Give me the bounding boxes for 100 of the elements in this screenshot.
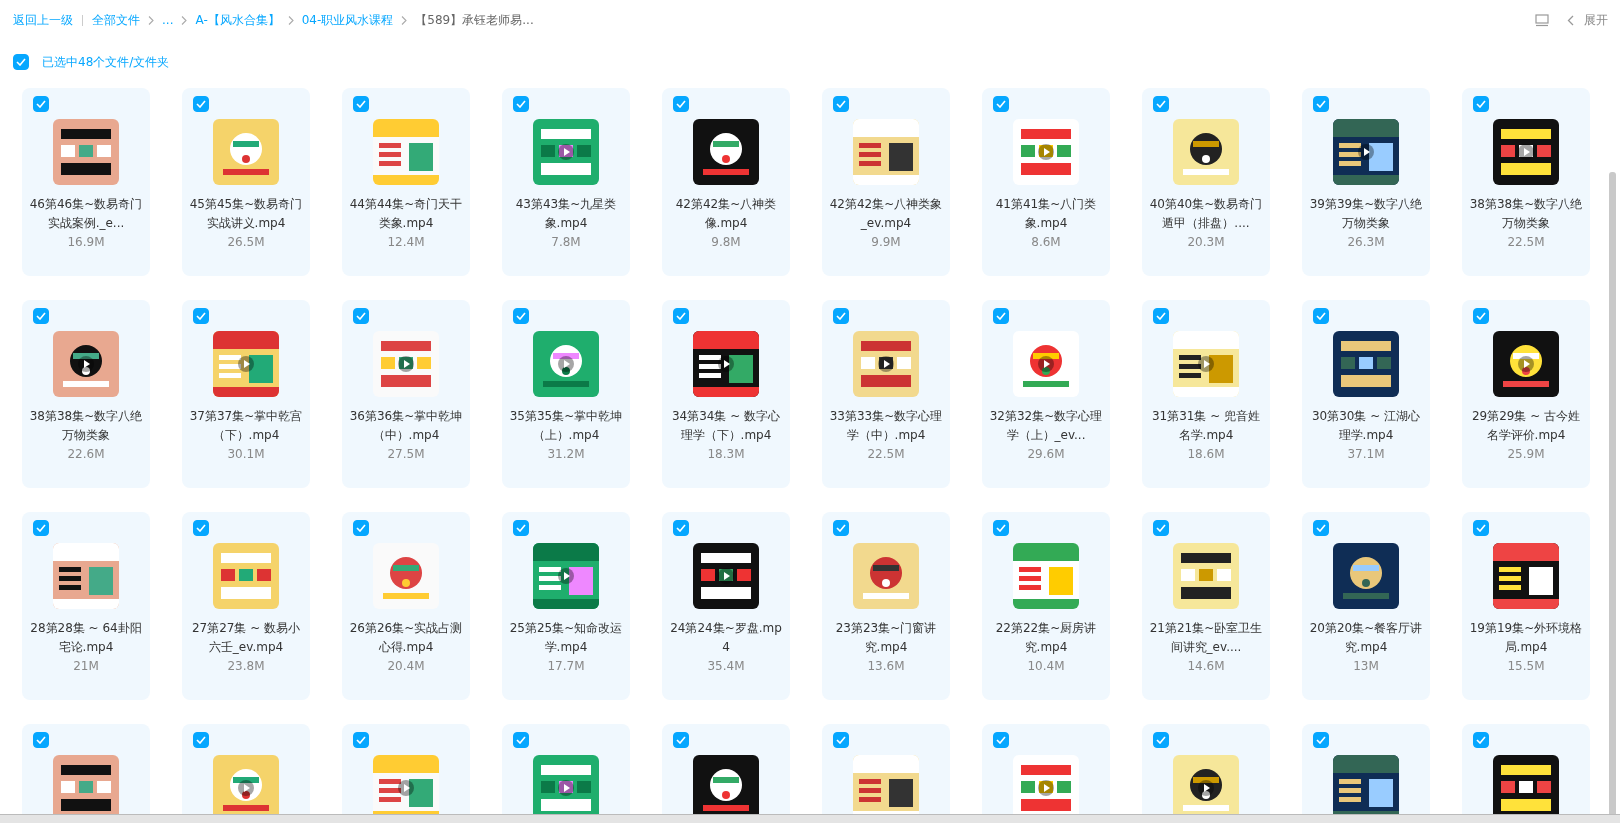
file-card[interactable]: 40第40集~数易奇门遁甲（排盘）.... 20.3M [1142, 88, 1270, 276]
file-checkbox[interactable] [673, 308, 689, 324]
file-checkbox[interactable] [513, 520, 529, 536]
file-name: 39第39集~数字八绝万物类象 [1309, 196, 1423, 232]
file-checkbox[interactable] [833, 308, 849, 324]
file-size: 8.6M [1031, 235, 1061, 249]
file-checkbox[interactable] [193, 732, 209, 748]
file-card[interactable]: 24第24集~罗盘.mp4 35.4M [662, 512, 790, 700]
check-icon [1316, 736, 1326, 744]
file-checkbox[interactable] [33, 308, 49, 324]
file-checkbox[interactable] [193, 96, 209, 112]
file-card[interactable]: 32第32集~数字心理学（上）_ev... 29.6M [982, 300, 1110, 488]
file-card[interactable]: 41第41集~八门类象.mp4 8.6M [982, 88, 1110, 276]
file-checkbox[interactable] [833, 732, 849, 748]
file-checkbox[interactable] [513, 732, 529, 748]
file-card[interactable]: 26第26集~实战占测心得.mp4 20.4M [342, 512, 470, 700]
file-card[interactable]: 38第38集~数字八绝万物类象 22.5M [1462, 88, 1590, 276]
select-all-checkbox[interactable] [13, 54, 29, 70]
file-checkbox[interactable] [353, 308, 369, 324]
file-name: 19第19集~外环境格局.mp4 [1469, 620, 1583, 656]
file-checkbox[interactable] [1473, 732, 1489, 748]
file-card[interactable]: 39第39集~数字八绝万物类象 26.3M [1302, 88, 1430, 276]
file-checkbox[interactable] [673, 96, 689, 112]
file-checkbox[interactable] [353, 520, 369, 536]
horizontal-scrollbar[interactable] [0, 814, 1620, 823]
check-icon [1156, 736, 1166, 744]
file-card[interactable]: 38第38集~数字八绝万物类象 22.6M [22, 300, 150, 488]
file-name: 33第33集~数字心理学（中）.mp4 [829, 408, 943, 444]
file-checkbox[interactable] [33, 520, 49, 536]
file-checkbox[interactable] [673, 732, 689, 748]
file-checkbox[interactable] [1473, 308, 1489, 324]
file-card[interactable]: 21第21集~卧室卫生间讲究_ev.... 14.6M [1142, 512, 1270, 700]
file-checkbox[interactable] [1153, 96, 1169, 112]
file-card[interactable]: 35第35集~掌中乾坤（上）.mp4 31.2M [502, 300, 630, 488]
file-checkbox[interactable] [193, 308, 209, 324]
file-card[interactable]: 33第33集~数字心理学（中）.mp4 22.5M [822, 300, 950, 488]
file-checkbox[interactable] [1473, 520, 1489, 536]
file-checkbox[interactable] [1153, 308, 1169, 324]
file-checkbox[interactable] [1473, 96, 1489, 112]
file-checkbox[interactable] [993, 520, 1009, 536]
check-icon [996, 312, 1006, 320]
file-checkbox[interactable] [833, 520, 849, 536]
file-name: 24第24集~罗盘.mp4 [669, 620, 783, 656]
file-card[interactable]: 23第23集~门窗讲究.mp4 13.6M [822, 512, 950, 700]
file-card[interactable]: 44第44集~奇门天干类象.mp4 12.4M [342, 88, 470, 276]
file-checkbox[interactable] [993, 732, 1009, 748]
file-card[interactable]: 29第29集 ~ 古今姓名学评价.mp4 25.9M [1462, 300, 1590, 488]
check-icon [356, 736, 366, 744]
file-checkbox[interactable] [513, 308, 529, 324]
file-checkbox[interactable] [833, 96, 849, 112]
file-card[interactable]: 22第22集~厨房讲究.mp4 10.4M [982, 512, 1110, 700]
file-checkbox[interactable] [1153, 732, 1169, 748]
file-card[interactable]: 37第37集~掌中乾宫（下）.mp4 30.1M [182, 300, 310, 488]
file-checkbox[interactable] [1313, 520, 1329, 536]
scrollbar[interactable] [1608, 172, 1616, 814]
file-checkbox[interactable] [1313, 96, 1329, 112]
file-name: 38第38集~数字八绝万物类象 [1469, 196, 1583, 232]
file-checkbox[interactable] [1313, 732, 1329, 748]
breadcrumb-link[interactable]: 【589】承钰老师易... [415, 11, 534, 29]
file-checkbox[interactable] [1153, 520, 1169, 536]
file-checkbox[interactable] [353, 96, 369, 112]
file-checkbox[interactable] [33, 96, 49, 112]
file-checkbox[interactable] [1313, 308, 1329, 324]
file-card[interactable]: 36第36集~掌中乾坤（中）.mp4 27.5M [342, 300, 470, 488]
file-size: 20.4M [387, 659, 425, 673]
file-card[interactable]: 25第25集~知命改运学.mp4 17.7M [502, 512, 630, 700]
file-name: 26第26集~实战占测心得.mp4 [349, 620, 463, 656]
file-checkbox[interactable] [993, 96, 1009, 112]
file-card[interactable]: 28第28集 ~ 64卦阳宅论.mp4 21M [22, 512, 150, 700]
file-size: 20.3M [1187, 235, 1225, 249]
file-card[interactable]: 20第20集~餐客厅讲究.mp4 13M [1302, 512, 1430, 700]
file-checkbox[interactable] [353, 732, 369, 748]
monitor-icon[interactable] [1535, 13, 1549, 27]
file-card[interactable]: 42第42集~八神类象_ev.mp4 9.9M [822, 88, 950, 276]
file-name: 28第28集 ~ 64卦阳宅论.mp4 [29, 620, 143, 656]
file-checkbox[interactable] [673, 520, 689, 536]
file-name: 44第44集~奇门天干类象.mp4 [349, 196, 463, 232]
file-size: 9.8M [711, 235, 741, 249]
file-card[interactable]: 43第43集~九星类象.mp4 7.8M [502, 88, 630, 276]
file-checkbox[interactable] [193, 520, 209, 536]
file-card[interactable]: 46第46集~数易奇门实战案例._e... 16.9M [22, 88, 150, 276]
file-card[interactable]: 27第27集 ~ 数易小六壬_ev.mp4 23.8M [182, 512, 310, 700]
expand-button[interactable]: 展开 [1567, 11, 1608, 29]
file-size: 17.7M [547, 659, 585, 673]
check-icon [36, 100, 46, 108]
file-size: 18.3M [707, 447, 745, 461]
file-checkbox[interactable] [513, 96, 529, 112]
file-card[interactable]: 30第30集 ~ 江湖心理学.mp4 37.1M [1302, 300, 1430, 488]
check-icon [196, 100, 206, 108]
check-icon [36, 736, 46, 744]
file-card[interactable]: 45第45集~数易奇门实战讲义.mp4 26.5M [182, 88, 310, 276]
file-card[interactable]: 42第42集~八神类像.mp4 9.8M [662, 88, 790, 276]
file-card[interactable]: 31第31集 ~ 兜音姓名学.mp4 18.6M [1142, 300, 1270, 488]
file-checkbox[interactable] [993, 308, 1009, 324]
file-checkbox[interactable] [33, 732, 49, 748]
file-card[interactable]: 34第34集 ~ 数字心理学（下）.mp4 18.3M [662, 300, 790, 488]
file-name: 21第21集~卧室卫生间讲究_ev.... [1149, 620, 1263, 656]
check-icon [1316, 312, 1326, 320]
file-card[interactable]: 19第19集~外环境格局.mp4 15.5M [1462, 512, 1590, 700]
file-name: 37第37集~掌中乾宫（下）.mp4 [189, 408, 303, 444]
